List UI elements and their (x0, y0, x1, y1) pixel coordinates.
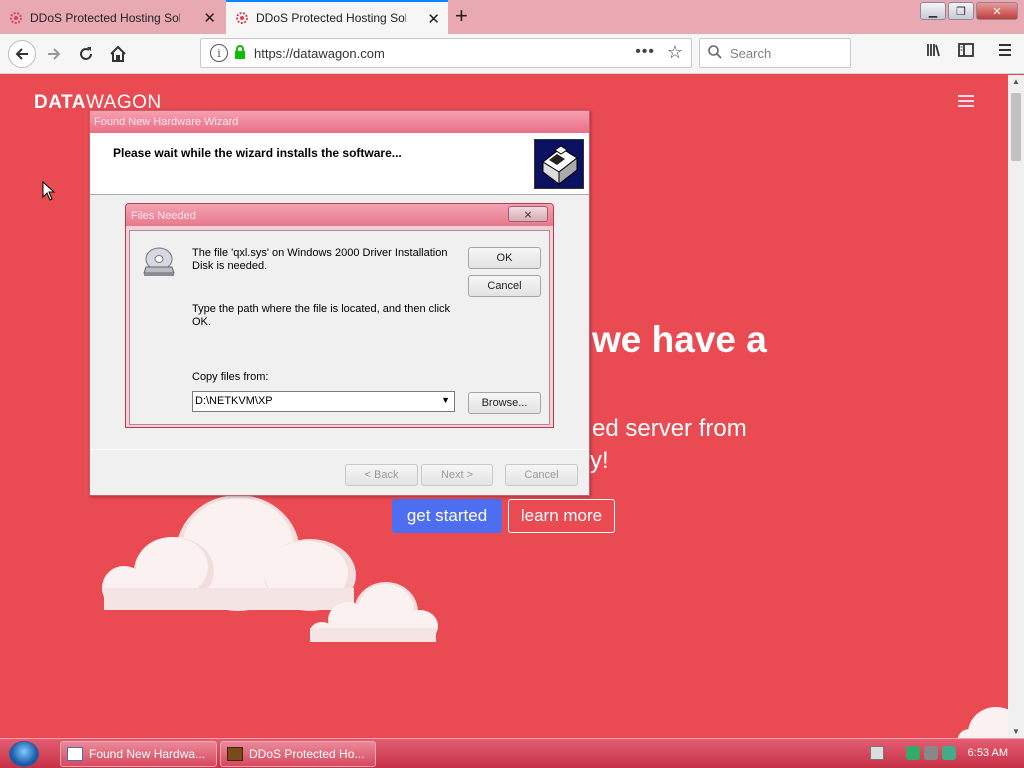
address-bar[interactable]: i https://datawagon.com ••• ☆ (200, 38, 692, 68)
tab-title: DDoS Protected Hosting Solutio (256, 11, 406, 25)
hardware-tray-icon[interactable] (942, 746, 956, 760)
tab-title: DDoS Protected Hosting Solutio (30, 10, 180, 25)
reload-icon (80, 47, 92, 60)
dropdown-arrow-icon[interactable]: ▼ (441, 395, 450, 405)
hero-subtitle-line1: ed server from (592, 415, 747, 442)
taskbar-item-wizard[interactable]: Found New Hardwa... (60, 741, 217, 767)
hero-heading: we have a (592, 319, 767, 360)
copy-files-value: D:\NETKVM\XP (195, 395, 273, 407)
window-controls: ▁ ❐ ✕ (920, 2, 1018, 20)
bookmark-star-icon[interactable]: ☆ (667, 42, 683, 63)
minimize-button[interactable]: ▁ (920, 2, 946, 20)
search-icon (708, 44, 722, 62)
home-icon (110, 45, 126, 62)
taskbar-item-browser[interactable]: DDoS Protected Ho... (220, 741, 376, 767)
home-button[interactable] (106, 42, 130, 66)
wizard-cancel-button[interactable]: Cancel (505, 464, 578, 486)
browser-tab-active[interactable]: DDoS Protected Hosting Solutio ✕ (226, 0, 448, 34)
browser-toolbar: i https://datawagon.com ••• ☆ Search (0, 34, 1024, 74)
library-icon[interactable] (926, 42, 942, 63)
arrow-left-icon (15, 48, 28, 60)
network-icon[interactable] (906, 746, 920, 760)
hero-subtitle-line2: y! (590, 447, 609, 474)
menu-icon[interactable] (997, 42, 1013, 63)
wizard-header: Please wait while the wizard installs th… (90, 133, 589, 195)
cd-drive-icon (143, 247, 175, 276)
info-icon[interactable]: i (210, 44, 228, 62)
sidebar-icon[interactable] (958, 42, 974, 63)
mouse-cursor-icon (42, 181, 56, 201)
scrollbar-thumb[interactable] (1011, 93, 1021, 161)
search-input[interactable]: Search (699, 38, 851, 68)
keyboard-icon[interactable] (870, 746, 884, 760)
dialog-body: The file 'qxl.sys' on Windows 2000 Drive… (129, 230, 550, 425)
path-instruction-message: Type the path where the file is located,… (192, 303, 451, 328)
close-window-button[interactable]: ✕ (976, 2, 1018, 20)
dialog-cancel-button[interactable]: Cancel (468, 275, 541, 297)
browse-button[interactable]: Browse... (468, 392, 541, 414)
arrow-right-icon (48, 48, 61, 60)
back-button[interactable] (8, 40, 36, 68)
ok-button[interactable]: OK (468, 247, 541, 269)
windows-taskbar: Found New Hardwa... DDoS Protected Ho...… (0, 738, 1024, 768)
copy-files-label: Copy files from: (192, 371, 269, 383)
close-tab-icon[interactable]: ✕ (203, 9, 216, 27)
missing-file-message: The file 'qxl.sys' on Windows 2000 Drive… (192, 247, 448, 272)
new-tab-button[interactable]: + (455, 4, 468, 28)
clock[interactable]: 6:53 AM (968, 747, 1008, 759)
lock-icon (234, 44, 246, 62)
taskbar-item-label: DDoS Protected Ho... (249, 747, 365, 761)
site-favicon-icon (234, 10, 250, 26)
start-button[interactable] (9, 741, 39, 767)
get-started-button[interactable]: get started (392, 499, 502, 533)
scroll-down-icon[interactable]: ▼ (1012, 727, 1020, 736)
copy-files-from-combobox[interactable]: D:\NETKVM\XP ▼ (192, 391, 455, 412)
browser-icon (227, 747, 243, 761)
taskbar-item-label: Found New Hardwa... (89, 747, 206, 761)
next-button[interactable]: Next > (421, 464, 493, 486)
page-actions-icon[interactable]: ••• (635, 43, 655, 61)
site-menu-icon[interactable] (958, 95, 974, 110)
window-icon (67, 747, 83, 761)
brand-bold: DATA (34, 92, 86, 113)
close-tab-icon[interactable]: ✕ (427, 10, 440, 28)
hardware-install-icon (534, 139, 584, 189)
cloud-illustration (310, 582, 438, 642)
dialog-title: Files Needed (126, 204, 553, 226)
url-text: https://datawagon.com (254, 45, 385, 61)
dialog-close-button[interactable]: ⨯ (508, 206, 548, 222)
search-placeholder: Search (730, 45, 772, 61)
cloud-illustration (958, 707, 1008, 738)
reload-button[interactable] (74, 42, 98, 66)
volume-icon[interactable] (924, 746, 938, 760)
back-button[interactable]: < Back (345, 464, 418, 486)
wizard-divider (90, 449, 589, 450)
browser-tab[interactable]: DDoS Protected Hosting Solutio ✕ (0, 1, 224, 34)
site-favicon-icon (8, 10, 24, 26)
wizard-title: Found New Hardware Wizard (90, 111, 589, 133)
learn-more-button[interactable]: learn more (508, 499, 615, 533)
page-scrollbar[interactable]: ▲ ▼ (1008, 75, 1024, 738)
scroll-up-icon[interactable]: ▲ (1012, 77, 1020, 86)
wizard-header-text: Please wait while the wizard installs th… (113, 146, 402, 160)
files-needed-dialog: Files Needed ⨯ The file 'qxl.sys' on Win… (125, 203, 554, 428)
forward-button[interactable] (42, 42, 66, 66)
restore-button[interactable]: ❐ (948, 2, 974, 20)
system-tray: 6:53 AM (866, 741, 1024, 767)
browser-tab-strip: DDoS Protected Hosting Solutio ✕ DDoS Pr… (0, 0, 1024, 34)
